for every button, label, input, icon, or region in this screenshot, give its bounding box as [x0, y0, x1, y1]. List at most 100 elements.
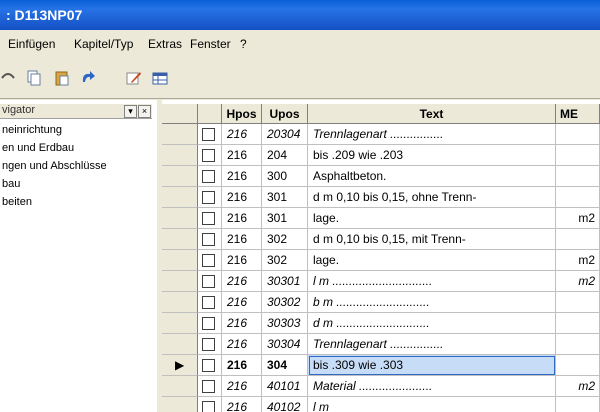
- row-checkbox-cell[interactable]: [198, 124, 222, 145]
- row-checkbox[interactable]: [202, 191, 215, 204]
- cell-hpos[interactable]: 216: [222, 271, 262, 292]
- row-checkbox-cell[interactable]: [198, 145, 222, 166]
- row-indicator[interactable]: [162, 292, 198, 313]
- table-row[interactable]: 216 204 bis .209 wie .203: [162, 145, 600, 166]
- edit-icon[interactable]: [126, 70, 142, 86]
- cell-me[interactable]: [556, 166, 600, 187]
- navigator-dropdown-button[interactable]: ▾: [124, 105, 137, 118]
- cell-upos[interactable]: 30303: [262, 313, 308, 334]
- cell-text[interactable]: Trennlagenart ................: [308, 124, 556, 145]
- cell-upos[interactable]: 40101: [262, 376, 308, 397]
- menu-fenster[interactable]: Fenster: [190, 37, 231, 51]
- row-checkbox-cell[interactable]: [198, 250, 222, 271]
- row-checkbox-cell[interactable]: [198, 271, 222, 292]
- cell-hpos[interactable]: 216: [222, 124, 262, 145]
- cell-me[interactable]: [556, 313, 600, 334]
- cell-hpos[interactable]: 216: [222, 229, 262, 250]
- row-indicator[interactable]: [162, 271, 198, 292]
- cell-hpos[interactable]: 216: [222, 334, 262, 355]
- cell-text[interactable]: bis .309 wie .303: [308, 355, 556, 376]
- cell-text[interactable]: Trennlagenart ................: [308, 334, 556, 355]
- row-checkbox[interactable]: [202, 359, 215, 372]
- cell-upos[interactable]: 30301: [262, 271, 308, 292]
- table-row[interactable]: 216 301 lage. m2: [162, 208, 600, 229]
- row-checkbox-cell[interactable]: [198, 292, 222, 313]
- cell-me[interactable]: [556, 124, 600, 145]
- table-row[interactable]: 216 30302 b m ............................: [162, 292, 600, 313]
- cell-upos[interactable]: 40102: [262, 397, 308, 412]
- cell-text[interactable]: d m 0,10 bis 0,15, mit Trenn-: [308, 229, 556, 250]
- row-checkbox-cell[interactable]: [198, 397, 222, 412]
- row-indicator[interactable]: [162, 313, 198, 334]
- row-indicator[interactable]: [162, 166, 198, 187]
- row-checkbox-cell[interactable]: [198, 355, 222, 376]
- table-row[interactable]: 216 20304 Trennlagenart ................: [162, 124, 600, 145]
- cell-hpos[interactable]: 216: [222, 187, 262, 208]
- row-indicator[interactable]: [162, 334, 198, 355]
- cell-text[interactable]: lage.: [308, 208, 556, 229]
- cell-me[interactable]: [556, 187, 600, 208]
- table-row[interactable]: 216 302 lage. m2: [162, 250, 600, 271]
- cell-upos[interactable]: 30304: [262, 334, 308, 355]
- table-row[interactable]: 216 301 d m 0,10 bis 0,15, ohne Trenn-: [162, 187, 600, 208]
- cell-me[interactable]: [556, 355, 600, 376]
- row-checkbox-cell[interactable]: [198, 208, 222, 229]
- cell-text[interactable]: b m ............................: [308, 292, 556, 313]
- table-row[interactable]: 216 30304 Trennlagenart ................: [162, 334, 600, 355]
- navigator-item[interactable]: beiten: [2, 196, 32, 208]
- row-indicator[interactable]: [162, 124, 198, 145]
- cell-hpos[interactable]: 216: [222, 397, 262, 412]
- menu-extras[interactable]: Extras: [148, 37, 182, 51]
- table-row[interactable]: 216 40101 Material ...................... m…: [162, 376, 600, 397]
- table-row[interactable]: 216 30301 l m ............................…: [162, 271, 600, 292]
- row-checkbox[interactable]: [202, 170, 215, 183]
- row-checkbox-cell[interactable]: [198, 187, 222, 208]
- row-checkbox[interactable]: [202, 338, 215, 351]
- row-indicator[interactable]: [162, 145, 198, 166]
- row-checkbox[interactable]: [202, 212, 215, 225]
- table-row[interactable]: 216 302 d m 0,10 bis 0,15, mit Trenn-: [162, 229, 600, 250]
- cell-me[interactable]: m2: [556, 376, 600, 397]
- row-checkbox[interactable]: [202, 233, 215, 246]
- cell-upos[interactable]: 304: [262, 355, 308, 376]
- cell-text[interactable]: d m 0,10 bis 0,15, ohne Trenn-: [308, 187, 556, 208]
- cell-me[interactable]: [556, 229, 600, 250]
- cell-text[interactable]: l m ..............................: [308, 271, 556, 292]
- row-indicator[interactable]: [162, 208, 198, 229]
- cell-me[interactable]: [556, 145, 600, 166]
- row-checkbox-cell[interactable]: [198, 166, 222, 187]
- row-checkbox[interactable]: [202, 128, 215, 141]
- navigator-item[interactable]: bau: [2, 178, 20, 190]
- cell-text[interactable]: l m: [308, 397, 556, 412]
- row-checkbox[interactable]: [202, 401, 215, 412]
- cell-me[interactable]: [556, 334, 600, 355]
- table-row[interactable]: 216 30303 d m ............................: [162, 313, 600, 334]
- cell-hpos[interactable]: 216: [222, 208, 262, 229]
- row-checkbox[interactable]: [202, 254, 215, 267]
- cell-text[interactable]: lage.: [308, 250, 556, 271]
- row-indicator[interactable]: [162, 376, 198, 397]
- cell-upos[interactable]: 301: [262, 187, 308, 208]
- navigator-item[interactable]: en und Erdbau: [2, 142, 74, 154]
- cell-upos[interactable]: 301: [262, 208, 308, 229]
- cell-text[interactable]: Material ......................: [308, 376, 556, 397]
- cell-me[interactable]: [556, 292, 600, 313]
- paste-icon[interactable]: [54, 70, 70, 86]
- row-checkbox-cell[interactable]: [198, 229, 222, 250]
- row-checkbox-cell[interactable]: [198, 313, 222, 334]
- row-indicator[interactable]: [162, 250, 198, 271]
- row-checkbox[interactable]: [202, 380, 215, 393]
- menu-help[interactable]: ?: [240, 37, 247, 51]
- row-checkbox-cell[interactable]: [198, 334, 222, 355]
- cell-hpos[interactable]: 216: [222, 355, 262, 376]
- cell-hpos[interactable]: 216: [222, 166, 262, 187]
- header-upos[interactable]: Upos: [262, 104, 308, 124]
- cell-upos[interactable]: 20304: [262, 124, 308, 145]
- header-hpos[interactable]: Hpos: [222, 104, 262, 124]
- row-checkbox[interactable]: [202, 275, 215, 288]
- row-indicator[interactable]: [162, 187, 198, 208]
- cell-me[interactable]: m2: [556, 271, 600, 292]
- cell-text[interactable]: bis .209 wie .203: [308, 145, 556, 166]
- menu-einfuegen[interactable]: Einfügen: [8, 37, 55, 51]
- cell-hpos[interactable]: 216: [222, 250, 262, 271]
